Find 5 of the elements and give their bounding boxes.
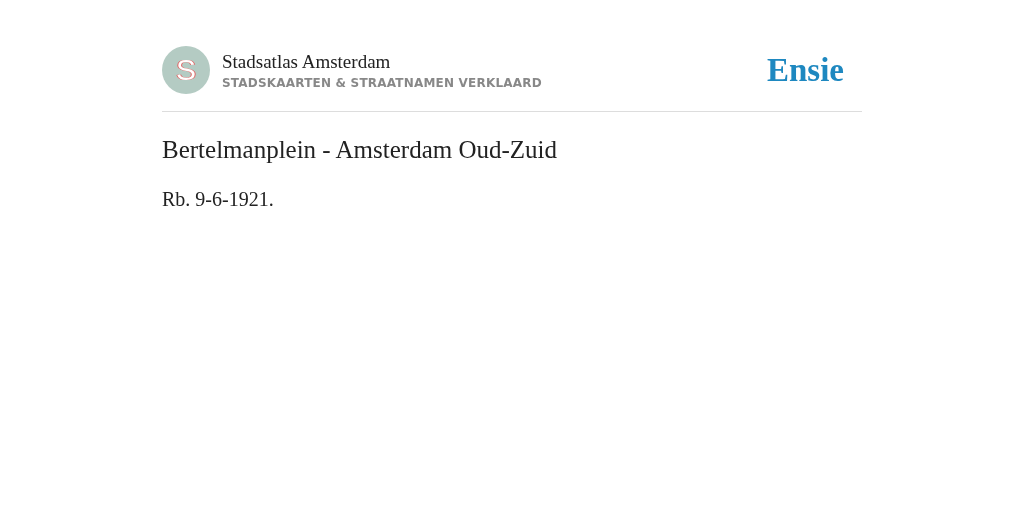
site-title[interactable]: Stadsatlas Amsterdam xyxy=(222,50,542,73)
article-title: Bertelmanplein - Amsterdam Oud-Zuid xyxy=(162,136,559,164)
brand-link[interactable]: Ensie xyxy=(766,51,844,89)
article-text: Rb. 9-6-1921. xyxy=(162,188,275,211)
site-tagline: STADSKAARTEN & STRAATNAMEN VERKLAARD xyxy=(222,75,542,90)
